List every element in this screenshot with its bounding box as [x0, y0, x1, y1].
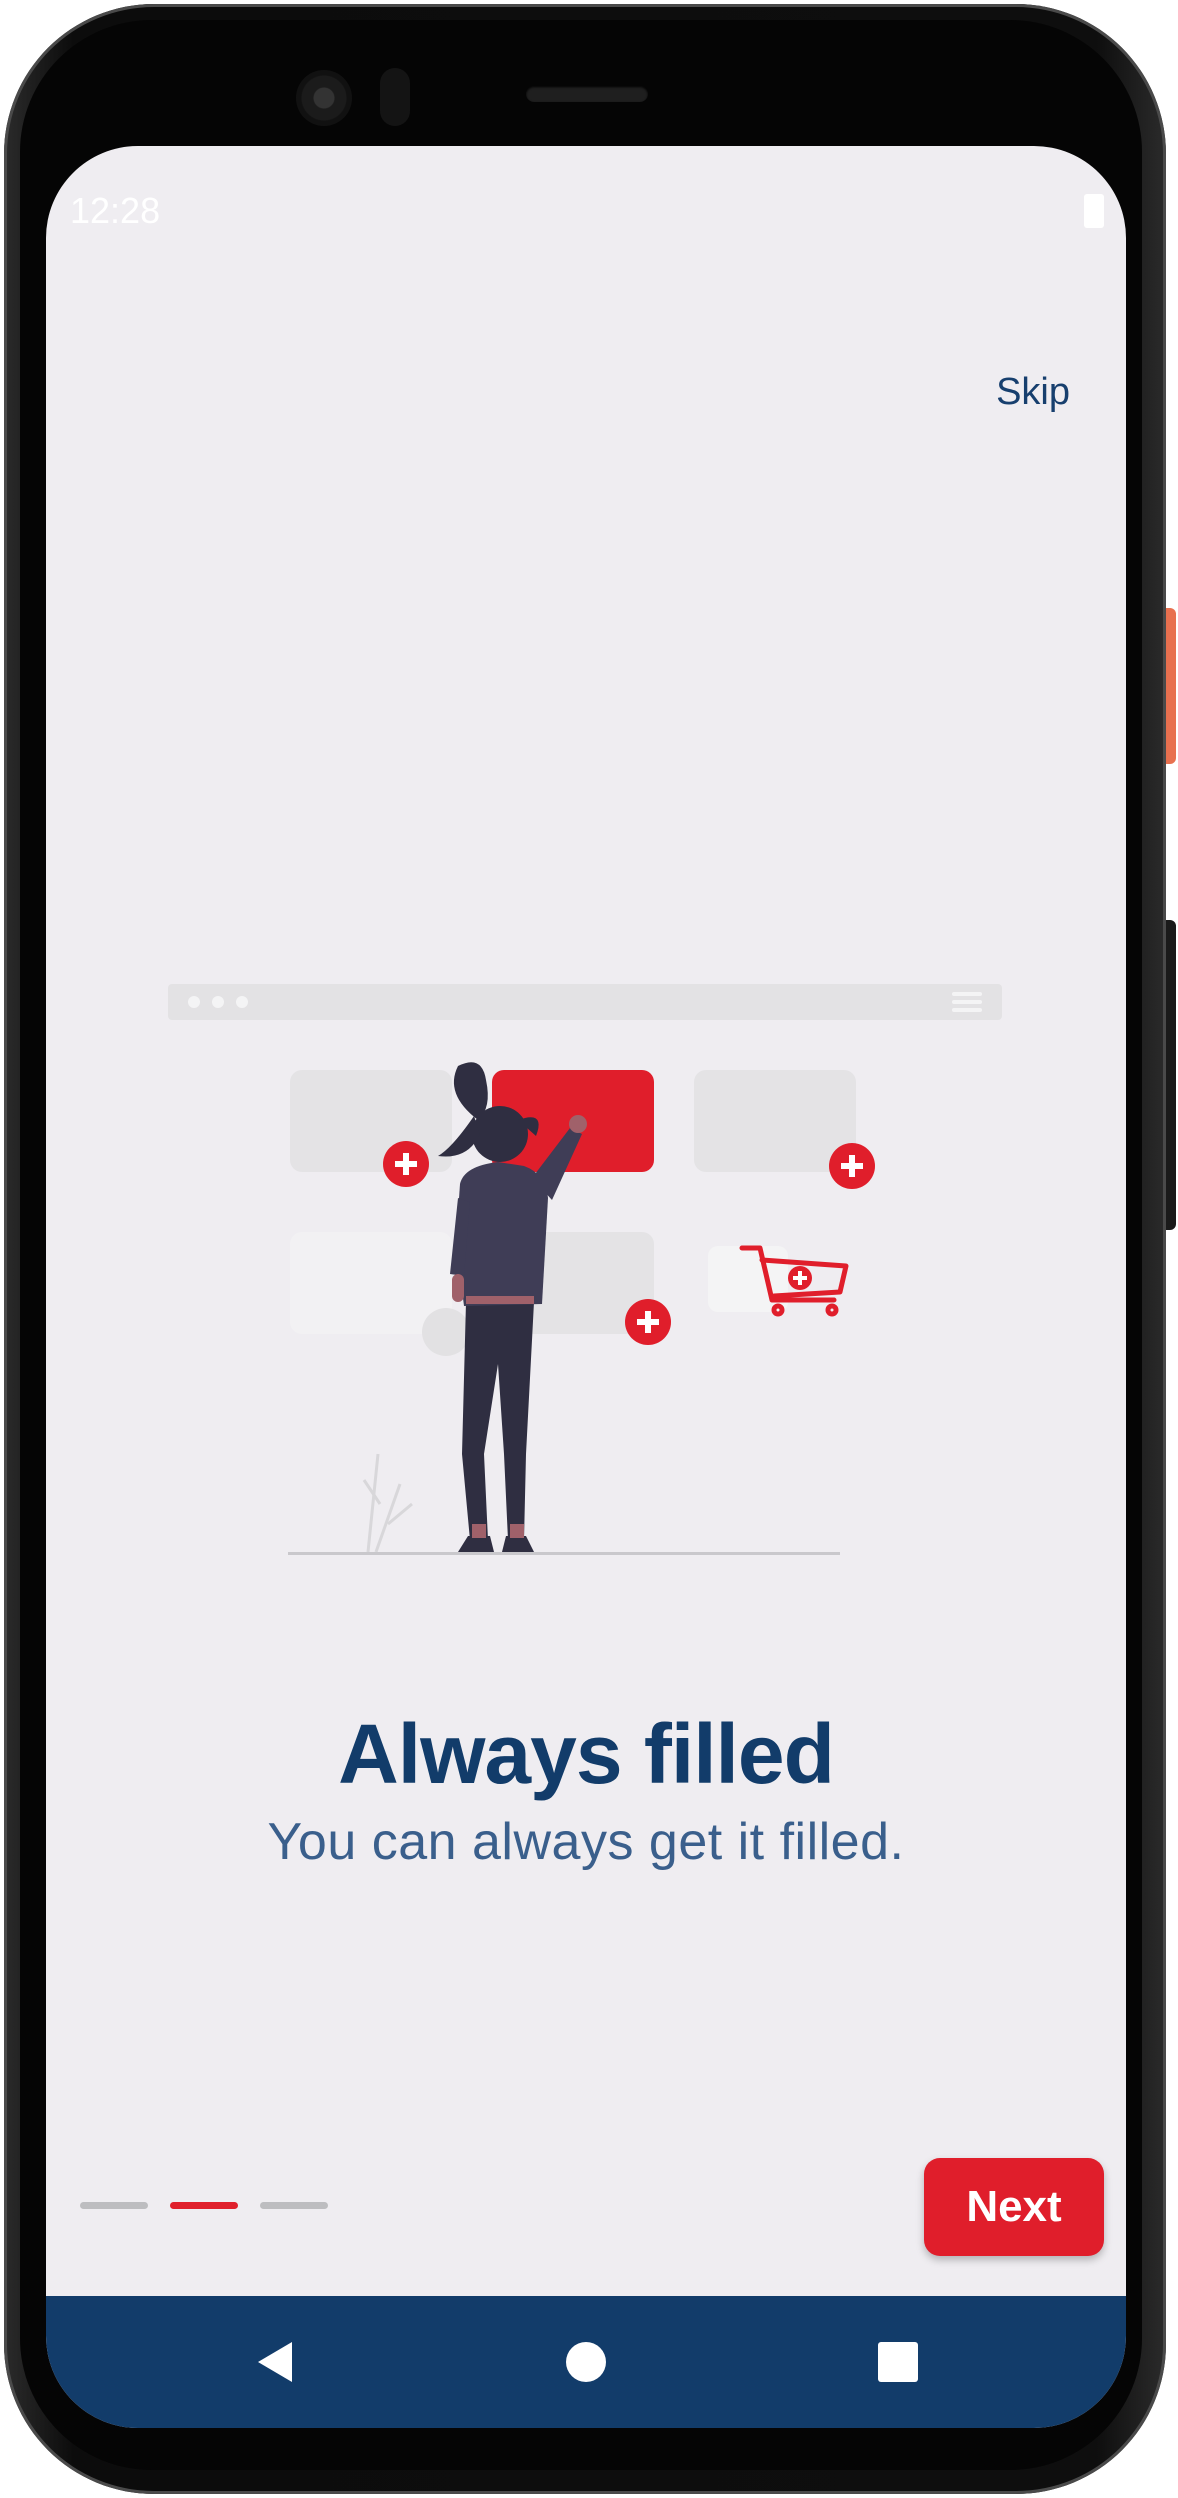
front-camera: [296, 70, 352, 126]
browser-dot-icon: [188, 996, 200, 1008]
page-indicator: [80, 2202, 148, 2209]
page-indicator-active: [170, 2202, 238, 2209]
browser-bar: [168, 984, 1002, 1020]
app-screen: 12:28 Skip Always filled You can always …: [46, 146, 1126, 2428]
plus-icon: [383, 1141, 429, 1187]
onboarding-title: Always filled: [338, 1707, 835, 1801]
skip-button[interactable]: Skip: [990, 370, 1076, 415]
home-circle-icon[interactable]: [554, 2330, 618, 2394]
phone-device: 12:28 Skip Always filled You can always …: [0, 0, 1178, 2498]
next-button[interactable]: Next: [924, 2158, 1104, 2256]
onboarding-subtitle: You can always get it filled.: [267, 1813, 905, 1871]
proximity-sensor: [380, 68, 410, 126]
power-button: [1166, 608, 1176, 764]
battery-icon: [1084, 194, 1104, 228]
browser-dot-icon: [236, 996, 248, 1008]
menu-icon: [952, 992, 982, 1012]
earpiece-speaker: [526, 86, 648, 102]
decor-circle: [422, 1308, 470, 1356]
status-time: 12:28: [70, 190, 161, 231]
volume-button: [1166, 920, 1176, 1230]
recents-square-icon[interactable]: [866, 2330, 930, 2394]
onboarding-illustration: [168, 984, 1002, 1555]
plus-icon: [829, 1143, 875, 1189]
system-nav-bar: [46, 2296, 1126, 2428]
ground-line: [288, 1552, 840, 1555]
page-indicators: [80, 2202, 328, 2209]
plant-icon: [362, 1453, 413, 1553]
cart-plus-icon: [788, 1266, 812, 1290]
browser-dot-icon: [212, 996, 224, 1008]
plus-icon: [625, 1299, 671, 1345]
page-indicator: [260, 2202, 328, 2209]
back-triangle-icon[interactable]: [242, 2330, 306, 2394]
